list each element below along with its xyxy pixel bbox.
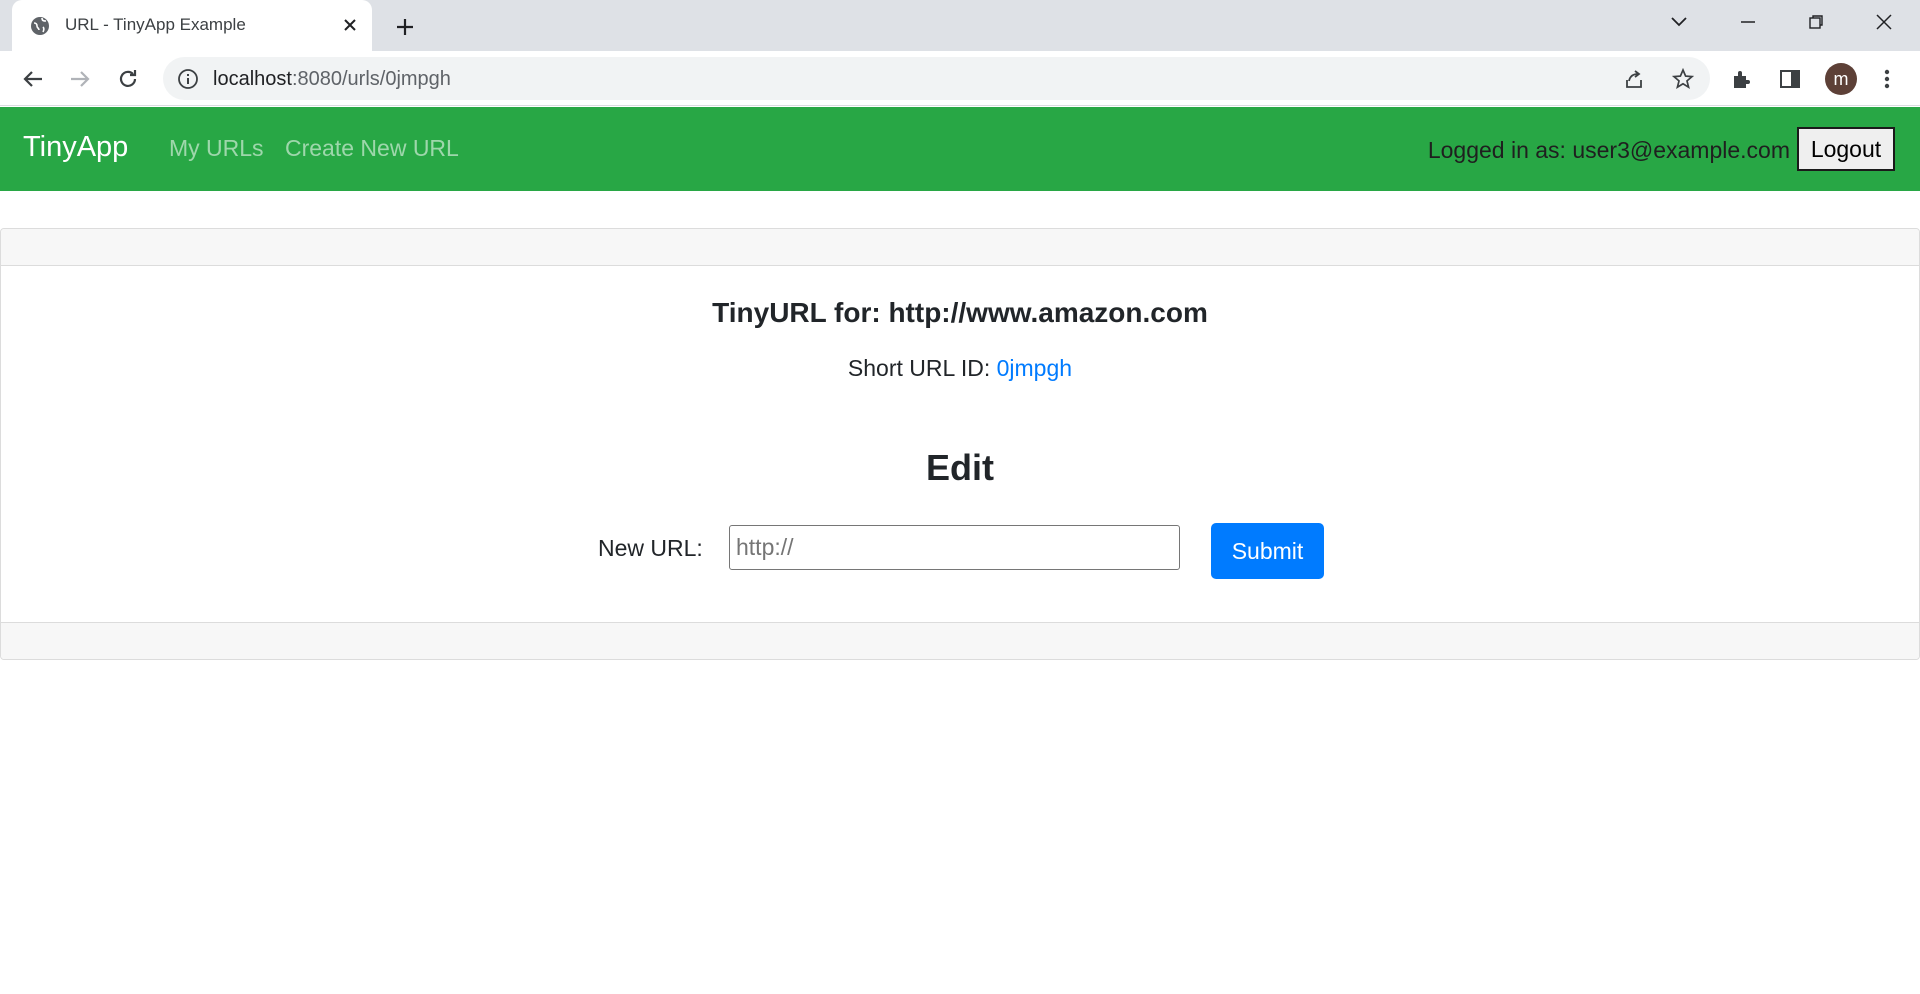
new-url-input[interactable] [729,525,1180,570]
edit-heading: Edit [926,447,994,488]
nav-link-my-urls[interactable]: My URLs [169,135,264,162]
window-close-icon[interactable] [1866,8,1902,36]
address-bar[interactable]: localhost:8080/urls/0jmpgh [163,57,1710,100]
info-icon[interactable] [177,68,199,90]
page: TinyApp My URLs Create New URL Logged in… [0,107,1920,994]
reload-icon[interactable] [112,63,144,95]
navbar: TinyApp My URLs Create New URL Logged in… [0,107,1920,191]
globe-icon [30,16,50,36]
brand-link[interactable]: TinyApp [23,131,128,164]
star-icon[interactable] [1671,67,1695,91]
plus-icon[interactable] [390,12,420,42]
chevron-down-icon[interactable] [1661,8,1697,36]
back-arrow-icon[interactable] [17,63,49,95]
browser-toolbar: localhost:8080/urls/0jmpgh m [0,51,1920,106]
forward-arrow-icon[interactable] [64,63,96,95]
browser-tab-strip: URL - TinyApp Example [0,0,1920,51]
url-card: TinyURL for: http://www.amazon.com Short… [0,228,1920,660]
new-url-label: New URL: [598,535,703,561]
card-footer [1,622,1919,659]
minimize-icon[interactable] [1730,8,1766,36]
restore-icon[interactable] [1798,8,1834,36]
more-vert-icon[interactable] [1873,65,1901,93]
url-path: :8080/urls/0jmpgh [291,68,451,90]
share-icon[interactable] [1622,67,1646,91]
extensions-icon[interactable] [1728,65,1756,93]
avatar[interactable]: m [1825,63,1857,95]
browser-tab[interactable]: URL - TinyApp Example [12,0,372,51]
logout-button[interactable]: Logout [1797,127,1895,171]
tab-title: URL - TinyApp Example [65,15,246,34]
short-url-link[interactable]: 0jmpgh [997,355,1072,381]
nav-link-create-new-url[interactable]: Create New URL [285,135,459,162]
url-host: localhost [213,68,292,90]
side-panel-icon[interactable] [1776,65,1804,93]
short-url-label: Short URL ID: [847,355,997,381]
card-title: TinyURL for: http://www.amazon.com [712,297,1208,328]
logged-in-text: Logged in as: user3@example.com [1427,137,1790,163]
url-text: localhost:8080/urls/0jmpgh [213,68,451,91]
short-url-line: Short URL ID: 0jmpgh [1,355,1919,382]
submit-button[interactable]: Submit [1211,523,1324,579]
card-header [1,229,1919,266]
close-icon[interactable] [339,14,361,36]
